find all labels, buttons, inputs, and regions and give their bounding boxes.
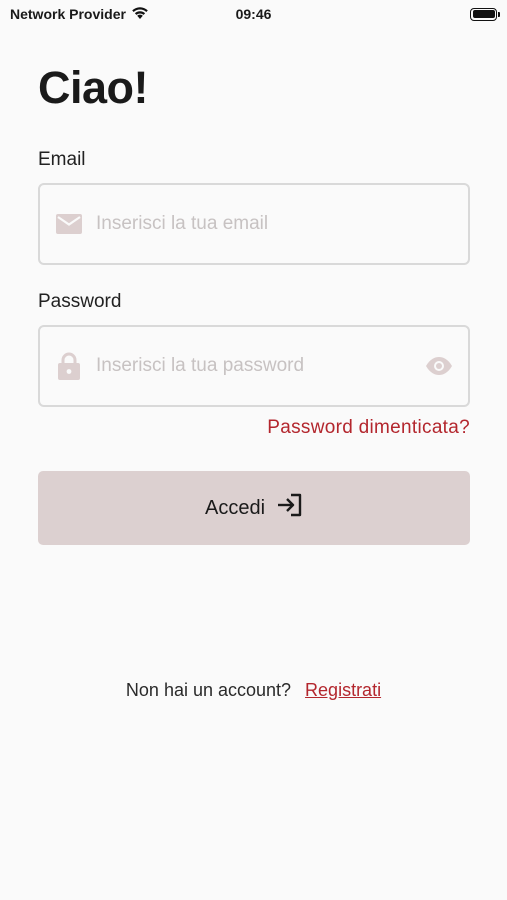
wifi-icon — [131, 6, 149, 23]
carrier-name: Network Provider — [10, 6, 126, 22]
status-bar: Network Provider 09:46 — [0, 0, 507, 28]
email-label: Email — [38, 149, 86, 170]
login-button-label: Accedi — [204, 496, 266, 519]
battery-icon — [470, 7, 500, 21]
register-prompt: Non hai un account? — [125, 680, 292, 700]
register-link[interactable]: Registrati — [305, 680, 381, 701]
register-row: Non hai un account? Registrati — [0, 680, 507, 701]
mail-icon — [54, 209, 84, 239]
login-button[interactable]: Accedi — [38, 471, 470, 545]
lock-icon — [54, 351, 84, 381]
forgot-password-link[interactable]: Password dimenticata? — [267, 417, 470, 439]
password-label: Password — [38, 291, 122, 312]
email-field[interactable] — [38, 183, 470, 265]
eye-icon[interactable] — [424, 351, 454, 381]
page-title: Ciao! — [38, 62, 149, 113]
password-input[interactable] — [96, 346, 424, 386]
password-field[interactable] — [38, 325, 470, 407]
status-left: Network Provider — [10, 6, 149, 23]
login-icon — [277, 493, 303, 523]
email-input[interactable] — [96, 204, 468, 244]
